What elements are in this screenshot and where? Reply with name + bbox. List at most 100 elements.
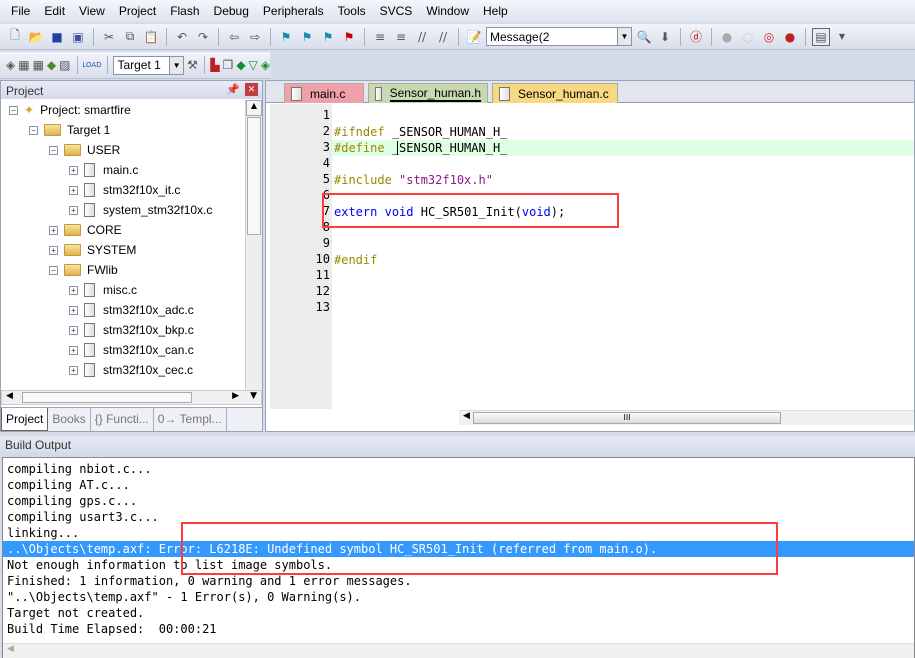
manage-project-items-icon[interactable]: ❐: [223, 56, 234, 74]
new-file-icon[interactable]: 🗋: [6, 28, 24, 46]
output-line[interactable]: Target not created.: [7, 605, 912, 621]
undo-icon[interactable]: ↶: [173, 28, 191, 46]
pin-icon[interactable]: 📌: [226, 83, 240, 96]
output-line[interactable]: compiling gps.c...: [7, 493, 912, 509]
disable-breakpoint-icon[interactable]: ○: [739, 28, 757, 46]
menu-file[interactable]: File: [4, 4, 37, 18]
expand-icon[interactable]: +: [69, 205, 78, 215]
expand-icon[interactable]: +: [49, 225, 58, 235]
tree-horizontal-scrollbar[interactable]: ◀ ▶ ▼: [1, 390, 262, 405]
expand-icon[interactable]: +: [69, 305, 78, 315]
target-combo[interactable]: Target 1 ▼: [113, 55, 185, 75]
target-options-icon[interactable]: ⚒: [187, 56, 198, 74]
uncomment-icon[interactable]: //: [434, 28, 452, 46]
incremental-find-icon[interactable]: ⬇: [656, 28, 674, 46]
rebuild-icon[interactable]: ▦: [33, 56, 44, 74]
batch-build-icon[interactable]: ◆: [47, 56, 56, 74]
chevron-down-icon[interactable]: ▼: [169, 56, 184, 74]
close-icon[interactable]: ✕: [245, 83, 258, 96]
expand-icon[interactable]: +: [69, 165, 78, 175]
menu-project[interactable]: Project: [112, 4, 163, 18]
output-line[interactable]: Build Time Elapsed: 00:00:21: [7, 621, 912, 637]
expand-icon[interactable]: +: [69, 185, 78, 195]
tree-item[interactable]: − Target 1: [29, 120, 110, 140]
collapse-icon[interactable]: −: [9, 105, 18, 115]
window-layout-icon[interactable]: ▤: [812, 27, 830, 46]
unindent-icon[interactable]: ≡: [392, 28, 410, 46]
redo-icon[interactable]: ↷: [194, 28, 212, 46]
tree-item[interactable]: + stm32f10x_bkp.c: [69, 320, 194, 340]
editor-horizontal-scrollbar[interactable]: ◀ III: [459, 410, 914, 425]
menu-debug[interactable]: Debug: [207, 4, 256, 18]
tree-item[interactable]: + stm32f10x_can.c: [69, 340, 194, 360]
menu-view[interactable]: View: [72, 4, 112, 18]
collapse-icon[interactable]: −: [49, 265, 58, 275]
next-bookmark-icon[interactable]: ⚑: [319, 28, 337, 46]
menu-flash[interactable]: Flash: [163, 4, 206, 18]
tree-item[interactable]: + CORE: [49, 220, 122, 240]
back-icon[interactable]: ⇦: [225, 28, 243, 46]
output-line[interactable]: compiling nbiot.c...: [7, 461, 912, 477]
find-icon[interactable]: 🔍: [635, 28, 653, 46]
load-icon[interactable]: LOAD: [82, 56, 101, 74]
kill-breakpoints-icon[interactable]: ●: [781, 28, 799, 46]
output-line[interactable]: Finished: 1 information, 0 warning and 1…: [7, 573, 912, 589]
menu-window[interactable]: Window: [419, 4, 476, 18]
expand-icon[interactable]: +: [49, 245, 58, 255]
expand-icon[interactable]: +: [69, 345, 78, 355]
menu-edit[interactable]: Edit: [37, 4, 72, 18]
comment-icon[interactable]: //: [413, 28, 431, 46]
paste-icon[interactable]: 📋: [142, 28, 160, 46]
tree-item[interactable]: − FWlib: [49, 260, 118, 280]
find-in-files-icon[interactable]: 📝: [465, 28, 483, 46]
menu-peripherals[interactable]: Peripherals: [256, 4, 331, 18]
bookmark-icon[interactable]: ⚑: [277, 28, 295, 46]
build-icon[interactable]: ▦: [18, 56, 29, 74]
copy-icon[interactable]: ⧉: [121, 28, 139, 46]
panel-tab-2[interactable]: {} Functi...: [91, 408, 154, 431]
collapse-icon[interactable]: −: [29, 125, 38, 135]
save-icon[interactable]: ■: [48, 28, 66, 46]
collapse-icon[interactable]: −: [49, 145, 58, 155]
output-line[interactable]: "..\Objects\temp.axf" - 1 Error(s), 0 Wa…: [7, 589, 912, 605]
manage-components-icon[interactable]: ▙: [210, 56, 219, 74]
disable-all-breakpoints-icon[interactable]: ◎: [760, 28, 778, 46]
menu-svcs[interactable]: SVCS: [373, 4, 420, 18]
clear-bookmarks-icon[interactable]: ⚑: [340, 28, 358, 46]
menu-help[interactable]: Help: [476, 4, 515, 18]
output-line[interactable]: compiling AT.c...: [7, 477, 912, 493]
expand-icon[interactable]: +: [69, 285, 78, 295]
tree-item[interactable]: + stm32f10x_it.c: [69, 180, 180, 200]
build-output[interactable]: compiling nbiot.c... compiling AT.c... com…: [2, 457, 915, 658]
tree-item[interactable]: + main.c: [69, 160, 138, 180]
panel-tab-0[interactable]: Project: [1, 408, 49, 431]
tree-vertical-scrollbar[interactable]: ▲: [245, 100, 262, 390]
expand-icon[interactable]: +: [69, 365, 78, 375]
tree-item[interactable]: + stm32f10x_adc.c: [69, 300, 194, 320]
rte-icon[interactable]: ◈: [261, 56, 270, 74]
select-packs-icon[interactable]: ◆: [236, 56, 245, 74]
expand-icon[interactable]: +: [69, 325, 78, 335]
output-horizontal-scrollbar[interactable]: ◀: [3, 643, 914, 658]
save-all-icon[interactable]: ▣: [69, 28, 87, 46]
debug-session-icon[interactable]: ⓓ: [687, 28, 705, 46]
tree-item[interactable]: − USER: [49, 140, 120, 160]
editor-tab[interactable]: Sensor_human.h: [368, 83, 488, 103]
forward-icon[interactable]: ⇨: [246, 28, 264, 46]
chevron-down-icon[interactable]: ▼: [833, 28, 851, 46]
stop-build-icon[interactable]: ▨: [59, 56, 70, 74]
breakpoint-icon[interactable]: ●: [718, 28, 736, 46]
menu-tools[interactable]: Tools: [331, 4, 373, 18]
tree-item[interactable]: + misc.c: [69, 280, 137, 300]
chevron-down-icon[interactable]: ▼: [617, 28, 631, 45]
panel-tab-3[interactable]: 0→ Templ...: [154, 408, 227, 431]
open-icon[interactable]: 📂: [27, 28, 45, 46]
panel-tab-1[interactable]: Books: [48, 408, 91, 431]
tree-item[interactable]: + SYSTEM: [49, 240, 136, 260]
cut-icon[interactable]: ✂: [100, 28, 118, 46]
prev-bookmark-icon[interactable]: ⚑: [298, 28, 316, 46]
tree-item[interactable]: − ✦ Project: smartfire: [9, 100, 131, 120]
editor-tab[interactable]: Sensor_human.c: [492, 83, 618, 103]
indent-icon[interactable]: ≡: [371, 28, 389, 46]
find-combo[interactable]: Message(2 ▼: [486, 27, 632, 46]
